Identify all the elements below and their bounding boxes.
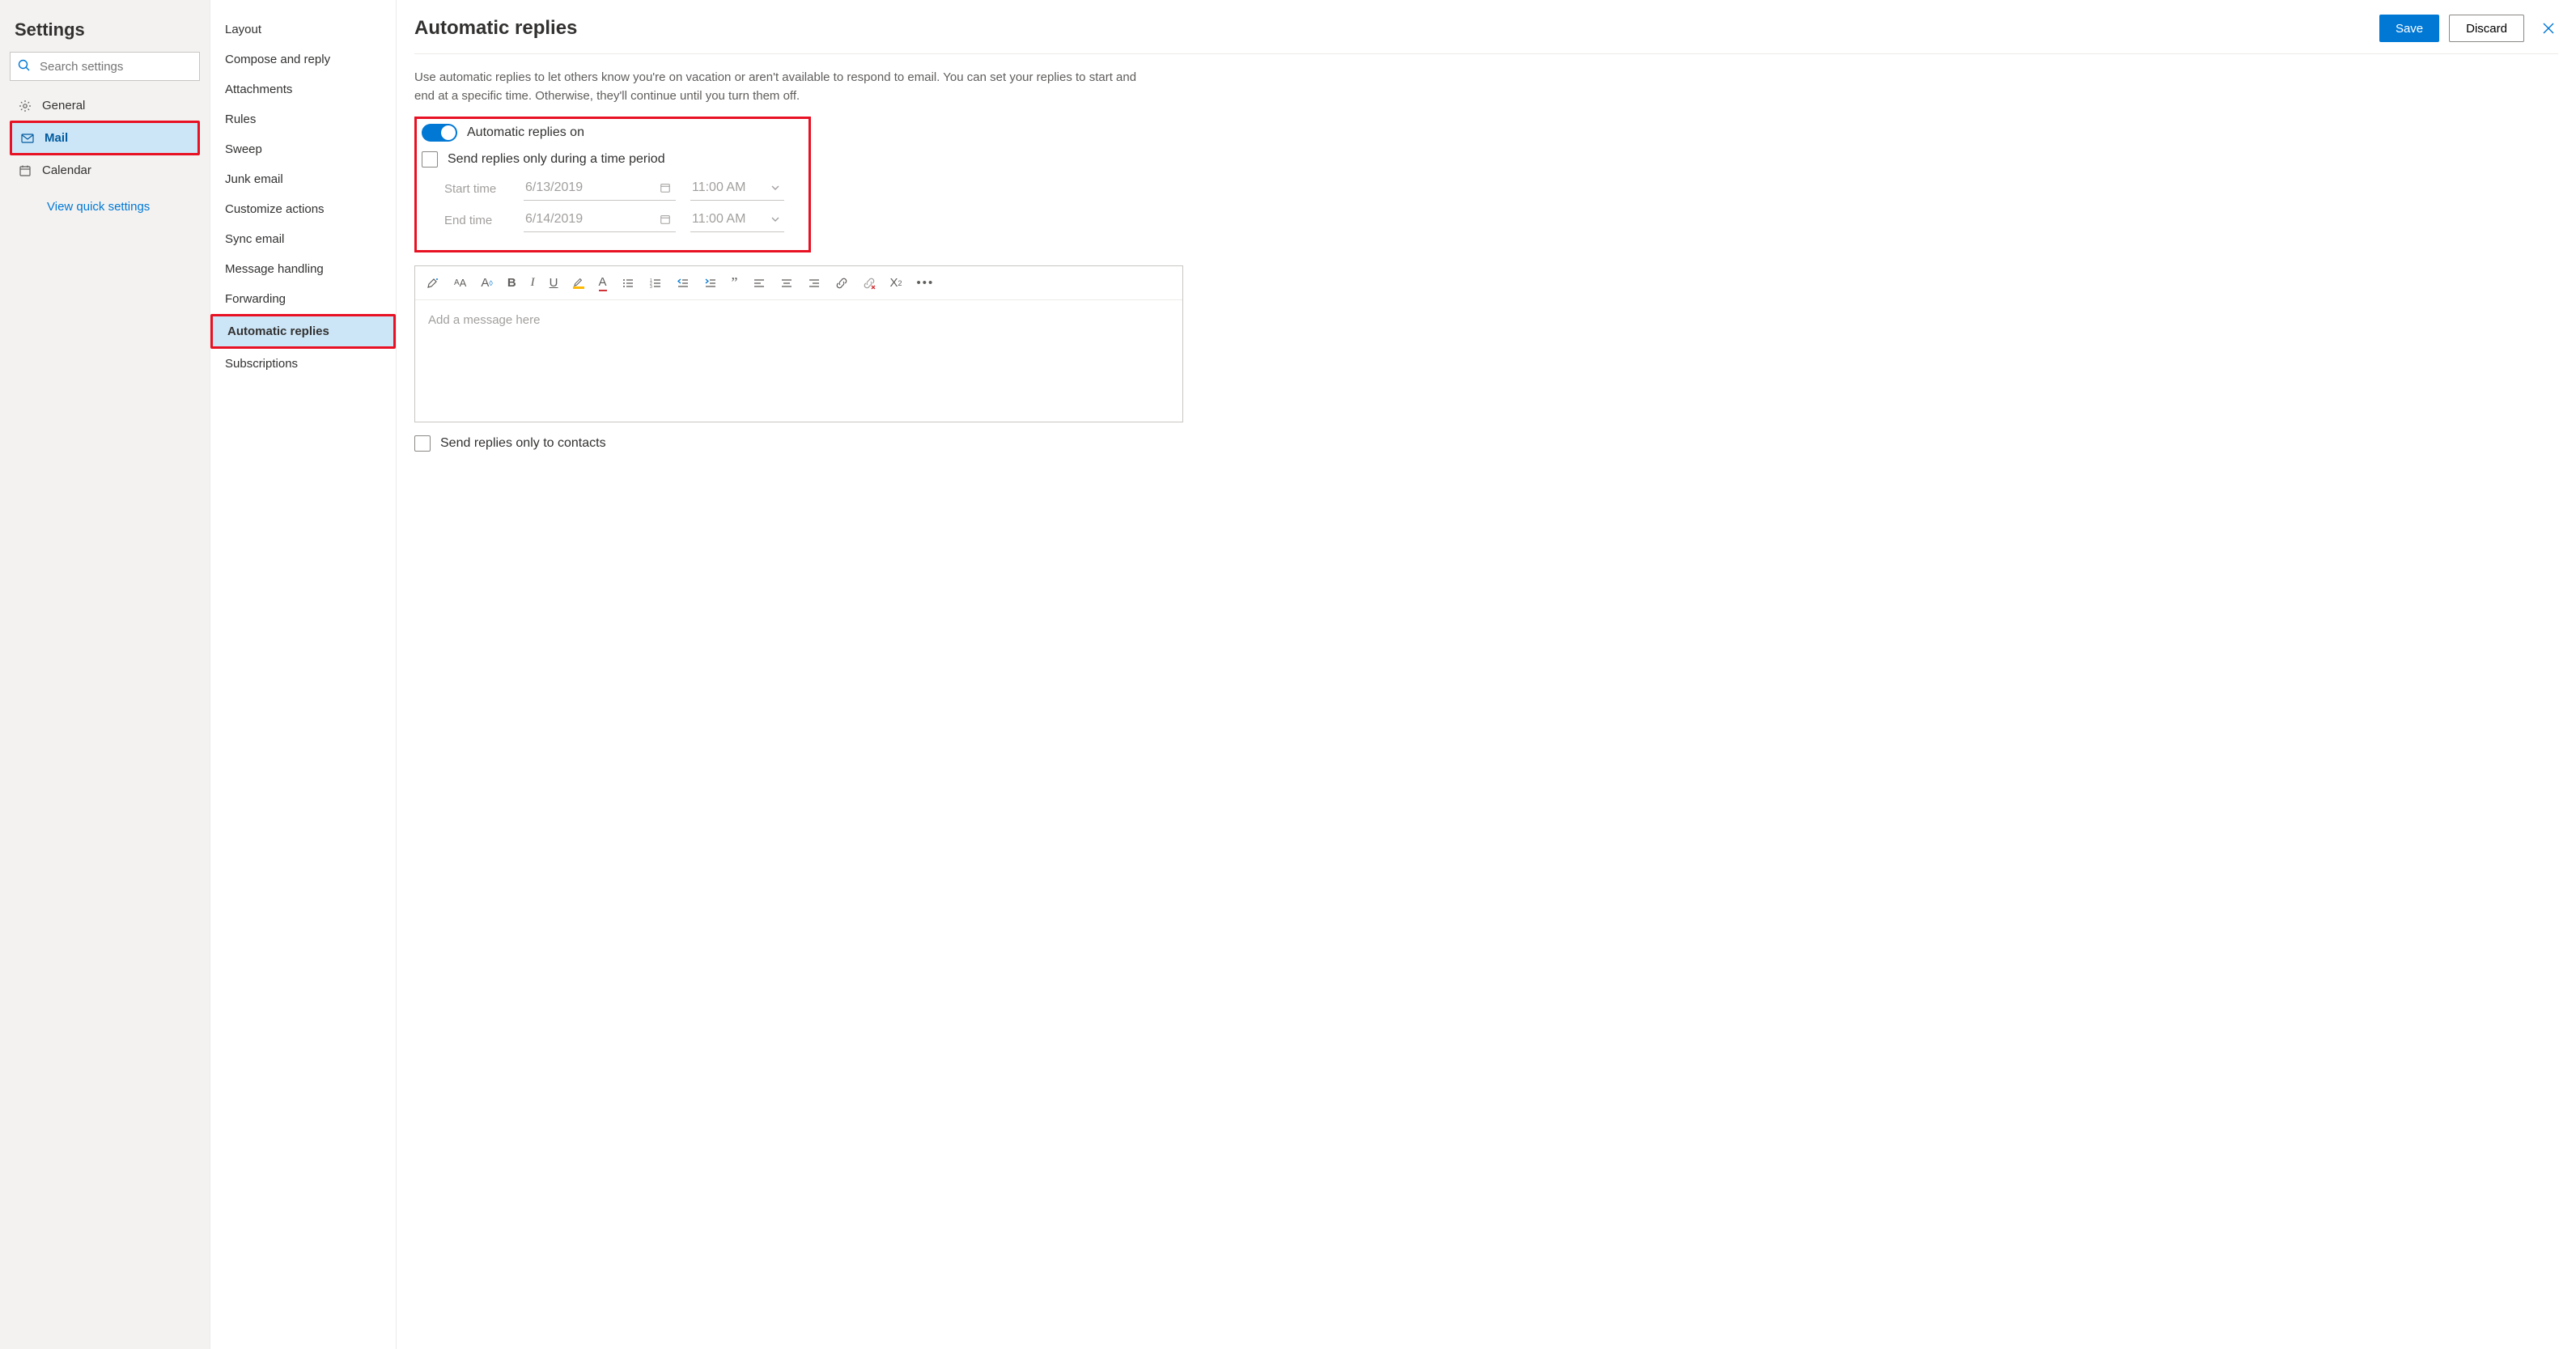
end-time-label: End time — [444, 214, 509, 227]
start-time-label: Start time — [444, 182, 509, 196]
align-right-icon[interactable] — [808, 277, 821, 290]
subnav-customize-actions[interactable]: Customize actions — [210, 194, 396, 224]
contacts-only-row: Send replies only to contacts — [414, 435, 2558, 452]
bold-icon[interactable]: B — [507, 276, 516, 290]
time-panel: Automatic replies on Send replies only d… — [414, 117, 811, 252]
start-time-value: 11:00 AM — [692, 180, 745, 195]
view-quick-settings-link[interactable]: View quick settings — [47, 200, 200, 214]
remove-link-icon[interactable] — [863, 277, 876, 290]
search-settings-wrap — [10, 52, 200, 81]
chevron-down-icon — [771, 215, 779, 223]
main-pane: Automatic replies Save Discard Use autom… — [397, 0, 2576, 1349]
mail-subnav: Layout Compose and reply Attachments Rul… — [210, 0, 397, 1349]
underline-icon[interactable]: U — [550, 276, 558, 290]
time-period-row: Send replies only during a time period — [422, 151, 800, 168]
end-date-value: 6/14/2019 — [525, 212, 583, 227]
nav-mail-label: Mail — [45, 131, 68, 145]
subnav-forwarding[interactable]: Forwarding — [210, 284, 396, 314]
close-icon[interactable] — [2534, 17, 2558, 40]
auto-reply-toggle[interactable] — [422, 124, 457, 142]
outdent-icon[interactable] — [677, 277, 690, 290]
contacts-only-checkbox[interactable] — [414, 435, 431, 452]
bullet-list-icon[interactable] — [622, 277, 634, 290]
calendar-picker-icon — [660, 182, 671, 193]
nav-calendar-label: Calendar — [42, 163, 91, 177]
svg-text:3: 3 — [650, 285, 652, 290]
start-time-field[interactable]: 11:00 AM — [690, 177, 784, 201]
subnav-attachments[interactable]: Attachments — [210, 74, 396, 104]
align-left-icon[interactable] — [753, 277, 766, 290]
subnav-automatic-replies[interactable]: Automatic replies — [210, 314, 396, 349]
more-options-icon[interactable]: ••• — [917, 276, 935, 290]
page-title: Automatic replies — [414, 17, 577, 40]
start-time-row: Start time 6/13/2019 11:00 AM — [444, 177, 800, 201]
subnav-subscriptions[interactable]: Subscriptions — [210, 349, 396, 379]
message-editor: AA A◊ B I U A 123 — [414, 265, 1183, 422]
nav-mail[interactable]: Mail — [10, 121, 200, 155]
align-center-icon[interactable] — [780, 277, 793, 290]
insert-link-icon[interactable] — [835, 277, 848, 290]
start-date-field[interactable]: 6/13/2019 — [524, 177, 676, 201]
chevron-down-icon — [771, 184, 779, 192]
auto-reply-toggle-label: Automatic replies on — [467, 125, 584, 140]
subnav-sweep[interactable]: Sweep — [210, 134, 396, 164]
nav-general-label: General — [42, 99, 85, 112]
nav-calendar[interactable]: Calendar — [10, 155, 200, 185]
calendar-picker-icon — [660, 214, 671, 225]
main-header: Automatic replies Save Discard — [414, 15, 2558, 54]
highlight-icon[interactable] — [573, 277, 584, 289]
editor-textarea[interactable]: Add a message here — [415, 300, 1182, 422]
end-time-field[interactable]: 11:00 AM — [690, 209, 784, 232]
italic-icon[interactable]: I — [531, 276, 535, 290]
subnav-junk-email[interactable]: Junk email — [210, 164, 396, 194]
subnav-message-handling[interactable]: Message handling — [210, 254, 396, 284]
header-actions: Save Discard — [2379, 15, 2558, 42]
calendar-icon — [18, 164, 32, 177]
settings-sidebar: Settings General Mail Calendar View — [0, 0, 210, 1349]
discard-button[interactable]: Discard — [2449, 15, 2524, 42]
search-settings-input[interactable] — [10, 52, 200, 81]
time-period-checkbox[interactable] — [422, 151, 438, 168]
font-color-icon[interactable]: A — [599, 275, 607, 291]
time-period-label: Send replies only during a time period — [448, 152, 665, 167]
indent-icon[interactable] — [704, 277, 717, 290]
end-date-field[interactable]: 6/14/2019 — [524, 209, 676, 232]
contacts-only-label: Send replies only to contacts — [440, 436, 606, 451]
description-text: Use automatic replies to let others know… — [414, 69, 1159, 105]
font-family-icon[interactable]: AA — [454, 277, 466, 289]
editor-toolbar: AA A◊ B I U A 123 — [415, 266, 1182, 300]
end-time-value: 11:00 AM — [692, 212, 745, 227]
save-button[interactable]: Save — [2379, 15, 2439, 42]
start-date-value: 6/13/2019 — [525, 180, 583, 195]
gear-icon — [18, 100, 32, 112]
nav-general[interactable]: General — [10, 91, 200, 121]
subnav-compose-reply[interactable]: Compose and reply — [210, 45, 396, 74]
settings-title: Settings — [15, 19, 195, 40]
mail-icon — [20, 132, 35, 145]
subnav-sync-email[interactable]: Sync email — [210, 224, 396, 254]
search-icon — [18, 59, 31, 72]
numbered-list-icon[interactable]: 123 — [649, 277, 662, 290]
format-painter-icon[interactable] — [427, 277, 439, 290]
subnav-layout[interactable]: Layout — [210, 15, 396, 45]
superscript-icon[interactable]: X2 — [890, 276, 902, 290]
quote-icon[interactable]: ” — [732, 274, 738, 291]
end-time-row: End time 6/14/2019 11:00 AM — [444, 209, 800, 232]
subnav-rules[interactable]: Rules — [210, 104, 396, 134]
font-size-icon[interactable]: A◊ — [481, 276, 492, 290]
auto-reply-toggle-row: Automatic replies on — [422, 124, 800, 142]
